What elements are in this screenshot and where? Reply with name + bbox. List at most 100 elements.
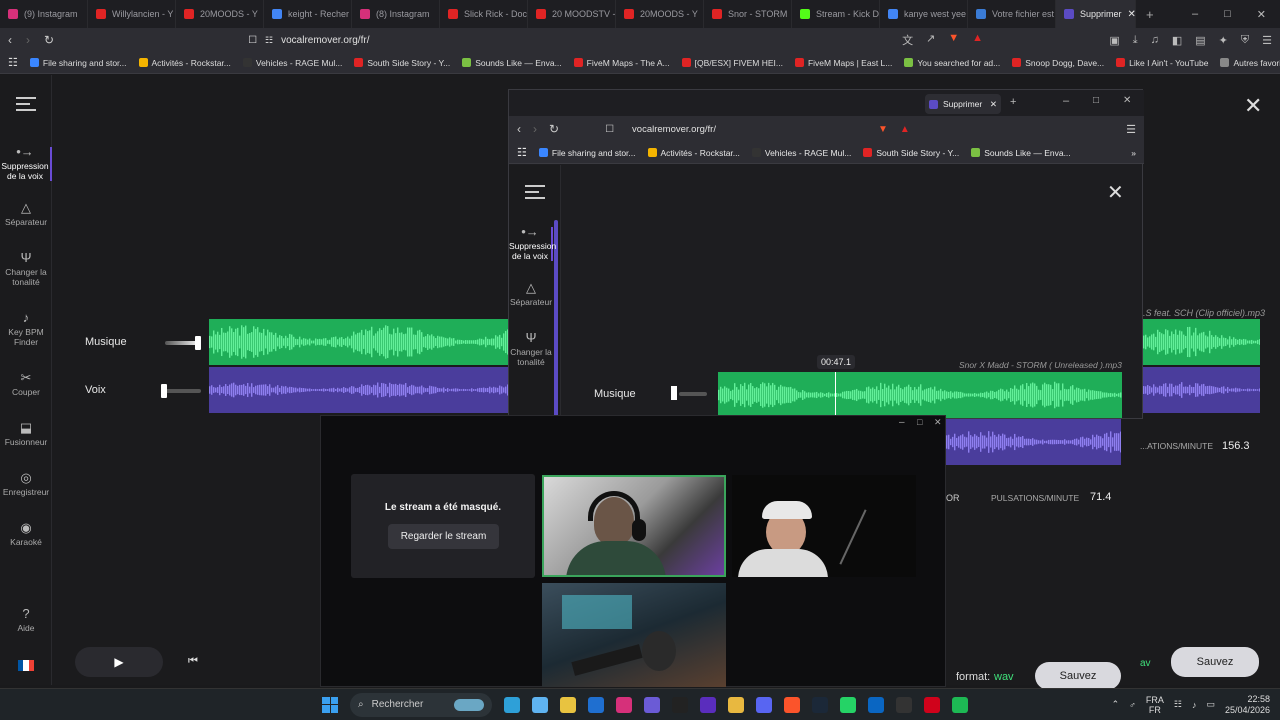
bookmark-item[interactable]: [QB/ESX] FIVEM HEI... [681, 58, 783, 68]
voice-waveform[interactable] [209, 367, 509, 413]
brave-shield-icon[interactable]: ▼ [948, 32, 959, 48]
sidebar-item[interactable]: •→ Suppression de la voix [0, 145, 52, 181]
maximize-icon[interactable]: □ [1224, 8, 1231, 21]
browser-tab[interactable]: keight - Recher [264, 0, 352, 28]
save-button[interactable]: Sauvez [1171, 647, 1259, 677]
wifi-icon[interactable]: ☷ [1174, 699, 1182, 710]
apps-grid-icon[interactable]: ☷ [517, 146, 527, 159]
browser-tab[interactable]: Votre fichier est [968, 0, 1056, 28]
taskbar-app-icon[interactable] [700, 696, 716, 713]
taskbar-app-icon[interactable] [504, 696, 520, 713]
lang-bottom[interactable]: FR [1146, 705, 1164, 715]
sidebar-item[interactable]: △ Séparateur [0, 201, 52, 227]
popup-music-knob[interactable] [671, 386, 677, 400]
new-tab-icon[interactable]: + [1010, 96, 1016, 108]
voice-waveform-right[interactable] [1143, 367, 1260, 413]
translate-icon[interactable]: 文 [902, 32, 913, 48]
sidebar-item[interactable]: ♪ Key BPM Finder [0, 311, 52, 347]
webcam-tile-1[interactable] [542, 475, 726, 577]
bookmark-item[interactable]: Activités - Rockstar... [138, 58, 231, 68]
voice-volume-knob[interactable] [161, 384, 167, 398]
new-tab-icon[interactable]: + [1136, 7, 1164, 22]
sidebar-item[interactable]: ? Aide [0, 607, 52, 633]
taskbar-app-icon[interactable] [728, 696, 744, 713]
tab-close-icon[interactable]: ✕ [990, 99, 997, 110]
taskbar-app-icon[interactable] [840, 696, 856, 713]
browser-tab[interactable]: 20MOODS - Y [176, 0, 264, 28]
popup-brave-icon[interactable]: ▼ [878, 124, 888, 135]
music-waveform-right[interactable] [1143, 319, 1260, 365]
popup-music-waveform[interactable] [718, 372, 1122, 418]
reload-icon[interactable]: ↻ [44, 33, 54, 47]
popup-rewards-icon[interactable]: ▲ [900, 124, 910, 135]
hamburger-icon[interactable] [16, 97, 36, 111]
windows-start-icon[interactable] [322, 696, 338, 713]
taskbar-app-icon[interactable] [588, 696, 604, 713]
wallet-icon[interactable]: ▤ [1195, 34, 1205, 47]
popup-save-button[interactable]: Sauvez [1035, 662, 1121, 690]
taskbar-app-icon[interactable] [924, 696, 940, 713]
bookmark-icon[interactable]: ☐ [248, 35, 257, 46]
site-info-icon[interactable]: ☷ [265, 35, 273, 46]
browser-tab[interactable]: (9) Instagram [0, 0, 88, 28]
bookmark-item[interactable]: Sounds Like — Enva... [462, 58, 562, 68]
sidebar-item[interactable]: Ψ Changer la tonalité [0, 251, 52, 287]
bookmark-item[interactable]: File sharing and stor... [29, 58, 127, 68]
apps-grid-icon[interactable]: ☷ [8, 56, 18, 69]
taskbar-app-icon[interactable] [616, 696, 632, 713]
sidebar-item[interactable]: ◎ Enregistreur [0, 471, 52, 497]
popup-hamburger-icon[interactable] [525, 185, 545, 199]
taskbar-app-icon[interactable] [812, 696, 828, 713]
close-icon[interactable]: ✕ [1244, 93, 1262, 119]
french-flag-icon[interactable] [18, 660, 34, 671]
forward-icon[interactable]: › [26, 33, 30, 47]
bookmark-item[interactable]: South Side Story - Y... [863, 148, 959, 158]
bookmark-item[interactable]: South Side Story - Y... [354, 58, 450, 68]
window-close-icon[interactable]: ✕ [1123, 95, 1131, 106]
screenshot-icon[interactable]: ▣ [1109, 34, 1119, 47]
popup-sidebar-item[interactable]: •→ Suppression de la voix [509, 225, 556, 261]
bookmark-item[interactable]: Autres favoris [1220, 58, 1280, 68]
taskbar-app-icon[interactable] [532, 696, 548, 713]
bookmark-item[interactable]: Like I Ain't - YouTube [1116, 58, 1208, 68]
bookmark-item[interactable]: Sounds Like — Enva... [971, 148, 1071, 158]
clock-date[interactable]: 25/04/2026 [1225, 705, 1270, 716]
browser-tab-active[interactable]: Supprimer ✕ [1056, 0, 1136, 28]
browser-tab[interactable]: Willylancien - Y [88, 0, 176, 28]
browser-tab[interactable]: (8) Instagram [352, 0, 440, 28]
bookmark-item[interactable]: FiveM Maps | East L... [794, 58, 892, 68]
music-waveform[interactable] [209, 319, 509, 365]
taskbar-search[interactable]: ⌕ Rechercher [350, 692, 492, 717]
stream-maximize-icon[interactable]: □ [917, 417, 922, 427]
taskbar-app-icon[interactable] [644, 696, 660, 713]
taskbar-app-icon[interactable] [672, 696, 688, 713]
browser-tab[interactable]: kanye west yee [880, 0, 968, 28]
browser-tab[interactable]: Snor - STORM [704, 0, 792, 28]
popup-sidebar-item[interactable]: △ Séparateur [509, 281, 553, 307]
popup-url-text[interactable]: vocalremover.org/fr/ [632, 124, 716, 135]
popup-voice-waveform[interactable] [946, 419, 1121, 465]
taskbar-app-icon[interactable] [952, 696, 968, 713]
tray-mic-icon[interactable]: ♂ [1129, 700, 1136, 710]
popup-menu-icon[interactable]: ☰ [1126, 123, 1136, 136]
more-bookmarks-icon[interactable]: » [1131, 148, 1136, 158]
brave-rewards-icon[interactable]: ▲ [972, 32, 983, 48]
taskbar-app-icon[interactable] [784, 696, 800, 713]
bookmark-item[interactable]: Vehicles - RAGE Mul... [751, 148, 851, 158]
sidebar-toggle-icon[interactable]: ◧ [1172, 34, 1182, 47]
popup-bookmark-icon[interactable]: ☐ [605, 124, 614, 135]
sidebar-item[interactable]: ✂ Couper [0, 371, 52, 397]
taskbar-app-icon[interactable] [868, 696, 884, 713]
volume-icon[interactable]: ♪ [1192, 700, 1197, 710]
bookmark-item[interactable]: FiveM Maps - The A... [573, 58, 670, 68]
popup-active-tab[interactable]: Supprimer ✕ [925, 94, 1001, 114]
media-icon[interactable]: ♫ [1151, 34, 1159, 47]
bookmark-item[interactable]: Activités - Rockstar... [647, 148, 740, 158]
taskbar-app-icon[interactable] [756, 696, 772, 713]
stream-minimize-icon[interactable]: – [899, 417, 905, 428]
url-text[interactable]: vocalremover.org/fr/ [281, 35, 369, 46]
popup-sidebar-item[interactable]: Ψ Changer la tonalité [509, 331, 553, 367]
battery-icon[interactable]: ▭ [1206, 699, 1215, 710]
window-close-icon[interactable]: ✕ [1257, 8, 1266, 21]
play-button[interactable]: ▶ [75, 647, 163, 677]
